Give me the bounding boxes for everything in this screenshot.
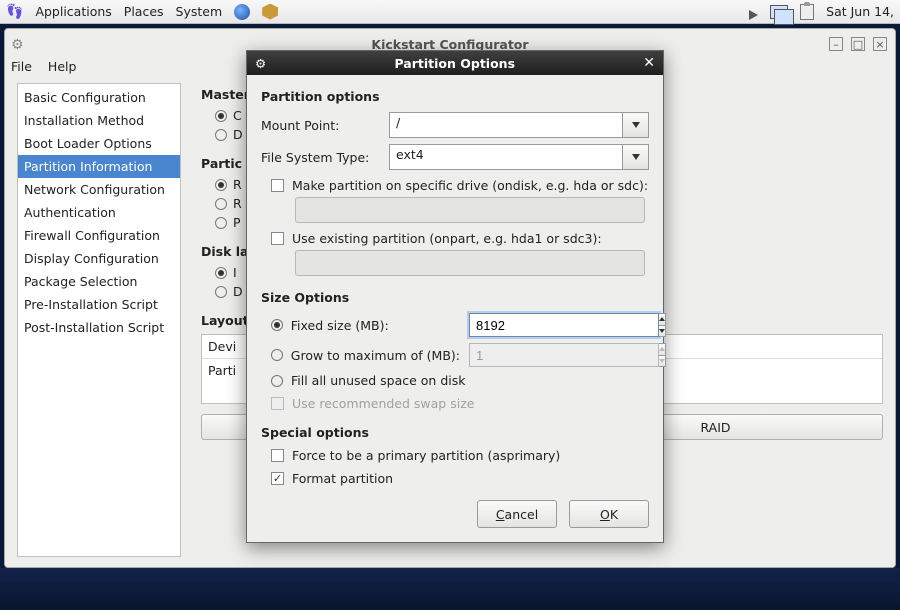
panel-menu-applications[interactable]: Applications xyxy=(35,4,111,19)
sidebar-item-firewall[interactable]: Firewall Configuration xyxy=(18,224,180,247)
layout-col-1: Devi xyxy=(208,339,236,354)
distro-icon: 👣 xyxy=(6,4,23,20)
panel-menu-system[interactable]: System xyxy=(176,4,223,19)
menu-file[interactable]: File xyxy=(11,59,32,74)
sidebar-item-install[interactable]: Installation Method xyxy=(18,109,180,132)
layout-col-2: Parti xyxy=(208,363,236,378)
partic-radio-2-label: P xyxy=(233,215,241,230)
ok-button[interactable]: OK xyxy=(569,500,649,528)
size-grow-label: Grow to maximum of (MB): xyxy=(291,348,461,363)
size-grow-radio[interactable] xyxy=(271,349,283,361)
partic-radio-1[interactable] xyxy=(215,198,227,210)
dialog-app-icon: ⚙ xyxy=(255,56,266,71)
master-radio-0[interactable] xyxy=(215,110,227,122)
fstype-combo[interactable]: ext4 xyxy=(389,144,623,170)
size-options-heading: Size Options xyxy=(261,290,649,305)
onpart-input xyxy=(295,250,645,276)
sidebar-item-network[interactable]: Network Configuration xyxy=(18,178,180,201)
dialog-title: Partition Options xyxy=(266,56,643,71)
sidebar-item-bootloader[interactable]: Boot Loader Options xyxy=(18,132,180,155)
size-fixed-down[interactable] xyxy=(659,326,666,338)
chevron-down-icon xyxy=(632,122,640,128)
browser-icon[interactable] xyxy=(234,4,250,20)
chevron-down-icon xyxy=(632,154,640,160)
volume-icon[interactable] xyxy=(749,10,758,20)
sidebar-item-partition[interactable]: Partition Information xyxy=(18,155,180,178)
chevron-up-icon xyxy=(659,317,665,321)
bottom-taskbar xyxy=(0,568,900,610)
fstype-label: File System Type: xyxy=(261,150,379,165)
mount-point-combo[interactable]: / xyxy=(389,112,623,138)
format-checkbox[interactable] xyxy=(271,472,284,485)
asprimary-label: Force to be a primary partition (asprima… xyxy=(292,448,560,463)
ondisk-label: Make partition on specific drive (ondisk… xyxy=(292,178,648,193)
sidebar-item-postscript[interactable]: Post-Installation Script xyxy=(18,316,180,339)
onpart-label: Use existing partition (onpart, e.g. hda… xyxy=(292,231,602,246)
disk-radio-0[interactable] xyxy=(215,267,227,279)
panel-menu-places[interactable]: Places xyxy=(124,4,164,19)
menu-help[interactable]: Help xyxy=(48,59,77,74)
size-grow-input xyxy=(469,343,659,367)
fstype-dropdown-button[interactable] xyxy=(623,144,649,170)
size-fixed-radio[interactable] xyxy=(271,319,283,331)
package-manager-icon[interactable] xyxy=(262,4,278,20)
chevron-up-icon xyxy=(659,347,665,351)
partic-radio-0-label: R xyxy=(233,177,242,192)
size-fill-label: Fill all unused space on disk xyxy=(291,373,465,388)
ondisk-checkbox[interactable] xyxy=(271,179,284,192)
mount-point-label: Mount Point: xyxy=(261,118,379,133)
partic-radio-1-label: R xyxy=(233,196,242,211)
window-maximize-button[interactable]: □ xyxy=(851,37,865,51)
size-grow-down xyxy=(659,356,666,368)
mount-point-dropdown-button[interactable] xyxy=(623,112,649,138)
disk-radio-0-label: I xyxy=(233,265,237,280)
master-radio-0-label: C xyxy=(233,108,242,123)
window-minimize-button[interactable]: – xyxy=(829,37,843,51)
panel-clock[interactable]: Sat Jun 14, xyxy=(826,4,894,19)
size-fixed-label: Fixed size (MB): xyxy=(291,318,461,333)
network-icon[interactable] xyxy=(770,5,788,19)
disk-radio-1-label: D xyxy=(233,284,243,299)
clipboard-icon[interactable] xyxy=(800,4,814,20)
dialog-close-button[interactable]: ✕ xyxy=(643,55,655,71)
master-radio-1-label: D xyxy=(233,127,243,142)
cancel-button[interactable]: Cancel xyxy=(477,500,557,528)
sidebar-item-display[interactable]: Display Configuration xyxy=(18,247,180,270)
partition-options-dialog: ⚙ Partition Options ✕ Partition options … xyxy=(246,50,664,543)
size-grow-up xyxy=(659,343,666,356)
asprimary-checkbox[interactable] xyxy=(271,449,284,462)
chevron-down-icon xyxy=(659,329,665,333)
size-fixed-up[interactable] xyxy=(659,313,666,326)
partition-options-heading: Partition options xyxy=(261,89,649,104)
partic-radio-2[interactable] xyxy=(215,217,227,229)
master-radio-1[interactable] xyxy=(215,129,227,141)
partic-radio-0[interactable] xyxy=(215,179,227,191)
format-label: Format partition xyxy=(292,471,393,486)
special-options-heading: Special options xyxy=(261,425,649,440)
sidebar-item-basic[interactable]: Basic Configuration xyxy=(18,86,180,109)
ondisk-input xyxy=(295,197,645,223)
size-fill-radio[interactable] xyxy=(271,375,283,387)
sidebar-item-prescript[interactable]: Pre-Installation Script xyxy=(18,293,180,316)
sidebar-item-auth[interactable]: Authentication xyxy=(18,201,180,224)
gnome-panel: 👣 Applications Places System Sat Jun 14, xyxy=(0,0,900,24)
window-close-button[interactable]: × xyxy=(873,37,887,51)
chevron-down-icon xyxy=(659,359,665,363)
disk-radio-1[interactable] xyxy=(215,286,227,298)
size-fixed-input[interactable] xyxy=(469,313,659,337)
swap-label: Use recommended swap size xyxy=(292,396,474,411)
section-sidebar: Basic Configuration Installation Method … xyxy=(17,83,181,557)
swap-checkbox xyxy=(271,397,284,410)
onpart-checkbox[interactable] xyxy=(271,232,284,245)
sidebar-item-packages[interactable]: Package Selection xyxy=(18,270,180,293)
